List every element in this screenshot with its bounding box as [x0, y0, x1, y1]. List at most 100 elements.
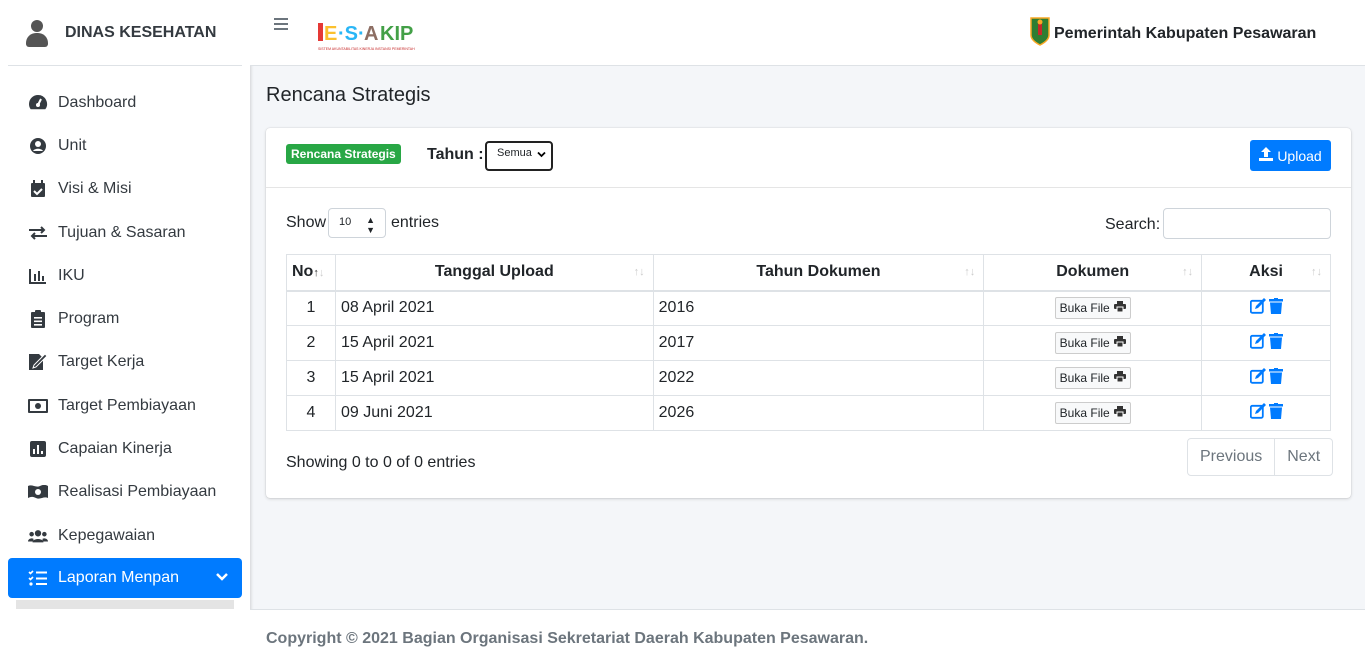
trash-icon[interactable]	[1268, 367, 1283, 389]
header-label: Tanggal Upload	[434, 263, 554, 281]
cell-dokumen: Buka File	[983, 360, 1203, 396]
header-label: Dokumen	[1056, 263, 1130, 281]
cell-dokumen: Buka File	[983, 395, 1203, 431]
buka-file-label: Buka File	[1059, 371, 1110, 385]
sidebar-item-tujuan-sasaran[interactable]: Tujuan & Sasaran	[8, 211, 242, 254]
sort-icon: ↑↓	[633, 266, 645, 278]
entries-label: entries	[391, 214, 440, 231]
clipboard-list-icon	[28, 309, 48, 329]
edit-icon[interactable]	[1249, 332, 1267, 354]
cell-no: 3	[286, 360, 336, 396]
print-icon	[1113, 336, 1126, 350]
sidebar-item-label: Program	[58, 310, 120, 328]
cell-tanggal: 08 April 2021	[334, 290, 654, 326]
edit-icon[interactable]	[1249, 297, 1267, 319]
sidebar-item-label: Target Kerja	[58, 353, 145, 371]
column-header-tanggal-upload[interactable]: Tanggal Upload ↑↓	[334, 254, 654, 292]
hamburger-menu-icon[interactable]	[274, 18, 288, 31]
sidebar-item-dashboard[interactable]: Dashboard	[8, 81, 242, 124]
buka-file-label: Buka File	[1059, 406, 1110, 420]
cell-tahun: 2016	[652, 290, 985, 326]
trash-icon[interactable]	[1268, 332, 1283, 354]
table-row: 2 15 April 2021 2017 Buka File	[286, 325, 1331, 361]
sidebar-item-program[interactable]: Program	[8, 297, 242, 340]
svg-text:SISTEM AKUNTABILITAS KINERJA I: SISTEM AKUNTABILITAS KINERJA INSTANSI PE…	[318, 47, 415, 51]
government-label: Pemerintah Kabupaten Pesawaran	[1030, 16, 1316, 51]
sidebar-item-label: Capaian Kinerja	[58, 440, 172, 458]
sort-icon: ↓	[318, 267, 325, 280]
sort-icon: ↑↓	[1182, 266, 1194, 278]
users-icon	[28, 526, 48, 546]
bar-chart-icon	[28, 266, 48, 286]
chevron-down-icon[interactable]	[216, 569, 228, 587]
chevron-down-icon	[537, 150, 546, 162]
entries-length-value: 10	[339, 216, 352, 228]
sidebar-item-visi-misi[interactable]: Visi & Misi	[8, 168, 242, 211]
edit-icon[interactable]	[1249, 367, 1267, 389]
sidebar-item-label: Kepegawaian	[58, 526, 155, 544]
next-button[interactable]: Next	[1274, 439, 1332, 475]
upload-button[interactable]: Upload	[1250, 140, 1331, 171]
column-header-dokumen[interactable]: Dokumen ↑↓	[983, 254, 1203, 292]
cell-tahun: 2017	[652, 325, 985, 361]
cell-aksi	[1201, 395, 1331, 431]
buka-file-button[interactable]: Buka File	[1054, 332, 1131, 354]
sidebar-item-label: Dashboard	[58, 93, 137, 111]
table-row: 3 15 April 2021 2022 Buka File	[286, 360, 1331, 396]
money-bill-icon	[28, 396, 48, 416]
sidebar-item-kepegawaian[interactable]: Kepegawaian	[8, 514, 242, 557]
sort-icon: ↑↓	[964, 266, 976, 278]
svg-text:·S·: ·S·	[338, 23, 365, 45]
brand[interactable]: DINAS KESEHATAN	[8, 0, 242, 66]
sidebar-item-target-pembiayaan[interactable]: Target Pembiayaan	[8, 384, 242, 427]
sidebar-item-laporan-menpan[interactable]: Laporan Menpan	[8, 558, 242, 599]
government-name: Pemerintah Kabupaten Pesawaran	[1054, 24, 1317, 42]
tahun-select-value: Semua	[497, 147, 532, 159]
trash-icon[interactable]	[1268, 402, 1283, 424]
buka-file-button[interactable]: Buka File	[1054, 297, 1131, 320]
cell-dokumen: Buka File	[983, 325, 1203, 361]
sidebar-item-iku[interactable]: IKU	[8, 254, 242, 297]
sort-icon: ↑↓	[1311, 266, 1322, 278]
column-header-no[interactable]: No↑↓	[286, 254, 336, 292]
cell-tanggal: 15 April 2021	[334, 360, 654, 396]
sidebar-item-label: Laporan Menpan	[58, 569, 179, 587]
trash-icon[interactable]	[1268, 297, 1283, 319]
cell-tahun: 2026	[652, 395, 985, 431]
regency-emblem-icon	[1030, 16, 1050, 51]
documents-table: No↑↓ Tanggal Upload ↑↓ Tahun Dokumen ↑↓ Do…	[286, 254, 1331, 431]
sidebar-item-label: IKU	[58, 266, 85, 284]
cell-aksi	[1201, 360, 1331, 396]
show-label: Show	[286, 214, 327, 231]
rencana-strategis-card: Rencana Strategis Tahun : Semua Upload S…	[266, 128, 1351, 498]
edit-icon[interactable]	[1249, 402, 1267, 424]
exchange-icon	[28, 223, 48, 243]
search-input[interactable]	[1163, 208, 1331, 239]
table-row: 1 08 April 2021 2016 Buka File	[286, 290, 1331, 326]
sidebar-item-target-kerja[interactable]: Target Kerja	[8, 341, 242, 384]
buka-file-button[interactable]: Buka File	[1054, 367, 1131, 389]
sidebar-item-label: Visi & Misi	[58, 180, 132, 198]
table-row: 4 09 Juni 2021 2026 Buka File	[286, 395, 1331, 431]
sidebar: DINAS KESEHATAN Dashboard Unit Visi & Mi…	[0, 0, 250, 663]
cell-no: 2	[286, 325, 336, 361]
entries-length-select[interactable]: 10 ▲ ▼	[328, 208, 386, 238]
previous-button[interactable]: Previous	[1188, 439, 1274, 475]
sidebar-item-capaian-kinerja[interactable]: Capaian Kinerja	[8, 427, 242, 470]
tahun-select[interactable]: Semua	[485, 141, 553, 171]
cell-aksi	[1201, 325, 1331, 361]
column-header-aksi[interactable]: Aksi ↑↓	[1201, 254, 1331, 292]
column-header-tahun-dokumen[interactable]: Tahun Dokumen ↑↓	[652, 254, 985, 292]
cell-tanggal: 15 April 2021	[334, 325, 654, 361]
sidebar-item-unit[interactable]: Unit	[8, 124, 242, 167]
search-label: Search:	[1105, 216, 1161, 233]
sidebar-item-realisasi-pembiayaan[interactable]: Realisasi Pembiayaan	[8, 471, 242, 514]
header-label: Aksi	[1249, 263, 1283, 281]
buka-file-button[interactable]: Buka File	[1054, 402, 1131, 424]
cell-tahun: 2022	[652, 360, 985, 396]
buka-file-label: Buka File	[1059, 336, 1110, 350]
esakip-logo: E ·S· A KIP SISTEM AKUNTABILITAS KINERJA…	[318, 18, 448, 54]
brand-name: DINAS KESEHATAN	[65, 23, 217, 41]
user-avatar-icon	[25, 18, 49, 48]
poll-icon	[28, 439, 48, 459]
